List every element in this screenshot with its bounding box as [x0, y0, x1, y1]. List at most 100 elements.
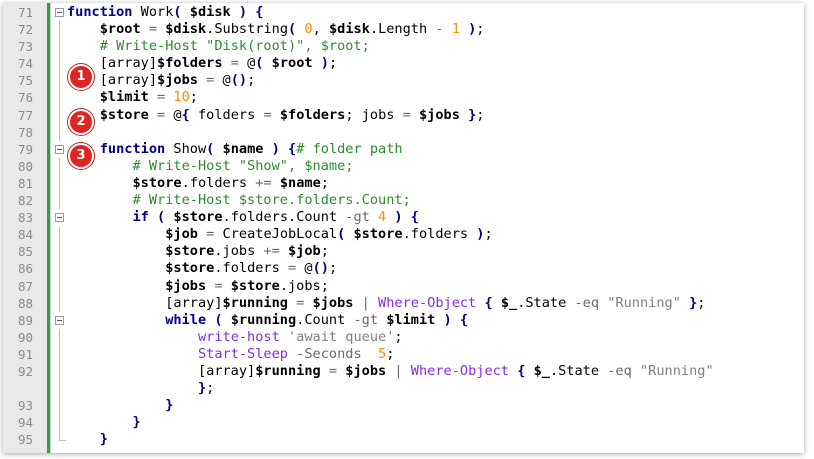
code-token: ,	[312, 21, 329, 38]
line-number: 95	[17, 432, 33, 448]
code-token: (	[157, 209, 166, 226]
code-line[interactable]: 90 write-host 'await queue';	[3, 328, 804, 346]
code-text: }	[67, 414, 140, 431]
code-token: {	[459, 311, 469, 328]
code-line[interactable]: 92 [array]$running = $jobs | Where-Objec…	[3, 362, 804, 398]
code-line[interactable]: 93 }	[3, 397, 804, 415]
code-token: ;	[697, 294, 706, 311]
line-number: 80	[17, 158, 33, 174]
code-line[interactable]: 83 if ( $store.folders.Count -gt 4 ) {	[3, 209, 804, 226]
code-token: $store	[165, 260, 215, 277]
code-token: 5	[378, 345, 387, 362]
code-token: =	[263, 106, 272, 123]
code-token: $running	[255, 362, 321, 379]
code-token: -eq	[607, 362, 632, 379]
code-token: ;	[328, 260, 338, 277]
code-token: .State	[517, 294, 575, 311]
fold-guide-line	[59, 362, 60, 398]
code-token: (	[214, 311, 223, 328]
code-token: Substring	[214, 21, 289, 38]
code-token: .folders	[214, 260, 288, 277]
code-token: .State	[549, 362, 608, 379]
fold-toggle-icon[interactable]	[55, 144, 64, 154]
fold-toggle-icon[interactable]	[55, 315, 64, 325]
code-line[interactable]: 87 $jobs = $store.jobs;	[3, 277, 804, 295]
fold-guide-line	[59, 55, 60, 73]
code-line[interactable]: 94 }	[3, 414, 804, 432]
code-token: "Running"	[639, 362, 714, 379]
code-token: -gt	[353, 311, 379, 328]
callout-badge-1: 1	[68, 64, 94, 90]
code-line[interactable]: 76 $limit = 10;	[3, 89, 804, 107]
code-area[interactable]: 71 function Work( $disk ) {72 $root = $di…	[3, 4, 804, 448]
code-token: $name	[222, 140, 264, 157]
code-token: @	[165, 106, 182, 123]
line-number: 79	[17, 141, 33, 157]
fold-toggle-icon[interactable]	[55, 8, 64, 17]
code-token: # folder path	[296, 140, 403, 157]
code-line[interactable]: 84 $job = CreateJobLocal( $store.folders…	[3, 226, 804, 244]
code-line[interactable]: 80 # Write-Host "Show", $name;	[3, 157, 804, 175]
code-line[interactable]: 72 $root = $disk.Substring( 0, $disk.Len…	[3, 21, 804, 39]
code-token: $jobs	[157, 72, 198, 89]
code-token: function	[99, 140, 166, 157]
line-number: 92	[17, 363, 33, 379]
code-token: .jobs	[214, 243, 264, 260]
code-text: $job = CreateJobLocal( $store.folders );	[67, 226, 492, 243]
code-editor[interactable]: 71 function Work( $disk ) {72 $root = $di…	[3, 3, 804, 453]
code-text: # Write-Host $store.folders.Count;	[67, 192, 411, 209]
code-token: .Count	[296, 311, 354, 328]
line-number: 91	[17, 346, 33, 362]
code-token: 10	[173, 89, 190, 106]
code-line[interactable]: 86 $store.folders = @();	[3, 260, 804, 278]
fold-guide-line	[59, 174, 60, 193]
code-line[interactable]: 79 function Show( $name ) {# folder path	[3, 141, 804, 158]
code-token: =	[402, 106, 411, 123]
fold-toggle-icon[interactable]	[55, 213, 64, 223]
code-line[interactable]: 91 Start-Sleep -Seconds 5;	[3, 345, 804, 363]
code-text: $store.folders = @();	[67, 260, 337, 277]
fold-guide-line	[59, 294, 60, 312]
code-token: while	[165, 311, 207, 328]
code-line[interactable]: 85 $store.jobs += $job;	[3, 243, 804, 261]
fold-guide-line	[59, 123, 60, 141]
code-token: =	[157, 106, 166, 123]
code-line[interactable]: 95 }	[3, 431, 804, 448]
code-line[interactable]: 75 [array]$jobs = @();	[3, 72, 804, 90]
fold-guide-line	[59, 328, 60, 346]
code-line[interactable]: 89 while ( $running.Count -gt $limit ) {	[3, 312, 804, 329]
code-line[interactable]: 74 [array]$folders = @( $root );	[3, 55, 804, 73]
code-line[interactable]: 82 # Write-Host $store.folders.Count;	[3, 192, 804, 210]
code-line[interactable]: 78	[3, 123, 804, 141]
code-line[interactable]: 73 # Write-Host "Disk(root)", $root;	[3, 38, 804, 56]
line-number: 93	[17, 398, 33, 414]
code-line[interactable]: 71 function Work( $disk ) {	[3, 4, 804, 21]
code-token: # Write-Host $store.folders.Count;	[132, 192, 411, 209]
code-token: $name	[279, 174, 321, 191]
line-number: 86	[17, 261, 33, 277]
line-number: 72	[17, 22, 33, 38]
code-token: }	[99, 431, 108, 448]
code-line[interactable]: 81 $store.folders += $name;	[3, 174, 804, 193]
code-text: [array]$jobs = @();	[67, 72, 256, 89]
code-token: +=	[263, 243, 280, 260]
code-line[interactable]: 77 $store = @{ folders = $folders; jobs …	[3, 106, 804, 124]
code-line[interactable]: 88 [array]$running = $jobs | Where-Objec…	[3, 294, 804, 312]
